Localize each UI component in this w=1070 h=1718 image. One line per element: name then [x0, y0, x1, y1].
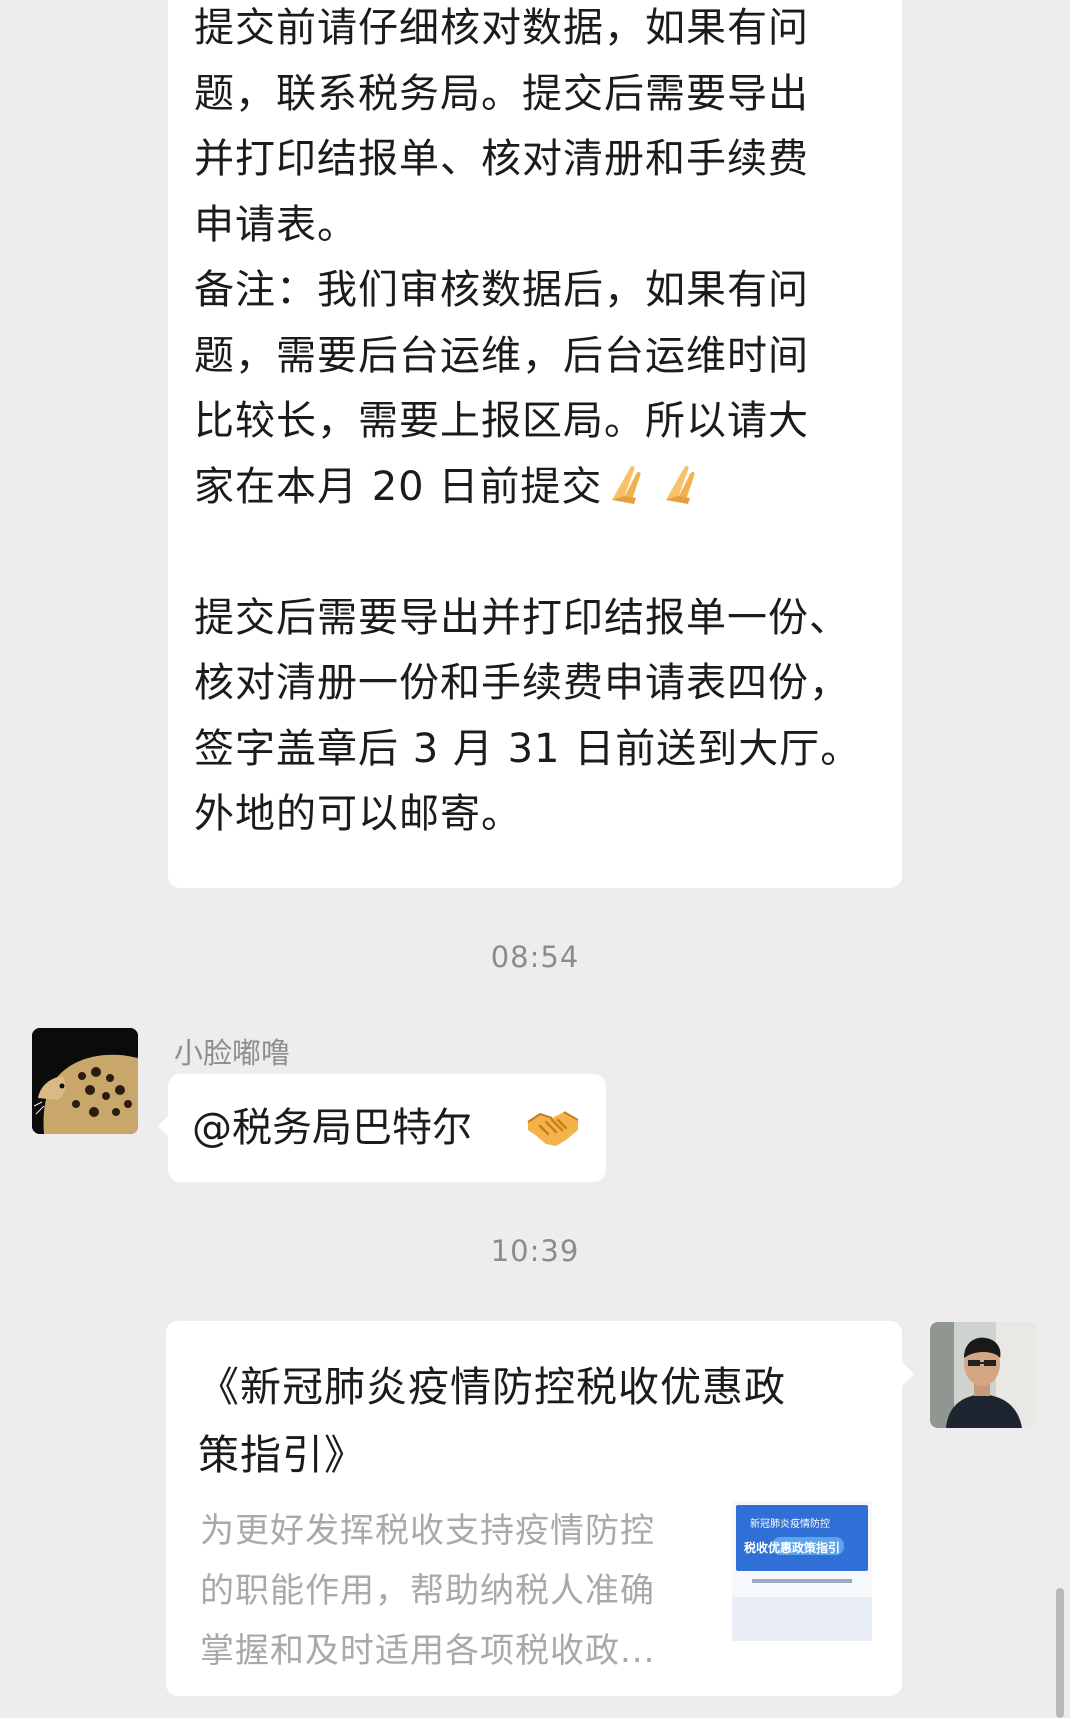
leopard-avatar-image	[32, 1028, 138, 1134]
message-line: 提交后需要导出并打印结报单一份、	[194, 594, 850, 641]
sender-name: 小脸嘟噜	[174, 1036, 291, 1070]
link-card-thumbnail: 新冠肺炎疫情防控 税收优惠政策指引	[732, 1501, 872, 1641]
folded-hands-icon	[602, 464, 656, 510]
message-text: 提交前请仔细核对数据，如果有问 题，联系税务局。提交后需要导出 并打印结报单、核对清…	[194, 0, 894, 848]
message-line: 备注：我们审核数据后，如果有问	[194, 267, 809, 313]
thumbnail-title-line2: 税收优惠政策指引	[744, 1541, 841, 1555]
link-card[interactable]: 《新冠肺炎疫情防控税收优惠政策指引》 为更好发挥税收支持疫情防控的职能作用，帮助…	[166, 1321, 902, 1696]
thumbnail-background	[732, 1597, 872, 1641]
message-line: 提交前请仔细核对数据，如果有问	[194, 5, 809, 51]
link-card-title: 《新冠肺炎疫情防控税收优惠政策指引》	[198, 1363, 786, 1479]
message-bubble-announcement[interactable]: 提交前请仔细核对数据，如果有问 题，联系税务局。提交后需要导出 并打印结报单、核对清…	[168, 0, 902, 888]
message-text: @税务局巴特尔	[192, 1105, 472, 1151]
folded-hands-icon	[656, 464, 710, 510]
link-card-description: 为更好发挥税收支持疫情防控的职能作用，帮助纳税人准确掌握和及时适用各项税收政..…	[200, 1511, 656, 1671]
timestamp: 08:54	[490, 940, 580, 974]
sender-avatar[interactable]	[32, 1028, 138, 1134]
message-bubble-mention[interactable]: @税务局巴特尔	[168, 1074, 606, 1182]
bubble-tail	[902, 1362, 914, 1386]
message-line	[194, 520, 894, 586]
message-line: 家在本月 20 日前提交	[194, 455, 894, 521]
timestamp: 10:39	[490, 1234, 580, 1268]
thumbnail-title-line1: 新冠肺炎疫情防控	[750, 1519, 830, 1530]
my-avatar[interactable]	[930, 1322, 1036, 1428]
message-line: 并打印结报单、核对清册和手续费	[194, 136, 809, 182]
message-line: 题，需要后台运维，后台运维时间	[194, 332, 809, 379]
thumbnail-subtitle-bar	[752, 1579, 852, 1583]
scrollbar-thumb[interactable]	[1056, 1588, 1064, 1718]
message-line: 签字盖章后 3 月 31 日前送到大厅。	[194, 725, 862, 772]
message-line: 题，联系税务局。提交后需要导出	[194, 70, 809, 117]
man-avatar-image	[930, 1322, 1036, 1428]
message-line: 申请表。	[194, 201, 358, 248]
handshake-icon	[526, 1104, 580, 1152]
message-line: 比较长，需要上报区局。所以请大	[194, 398, 809, 444]
message-line: 核对清册一份和手续费申请表四份，	[194, 660, 850, 706]
message-line: 外地的可以邮寄。	[194, 791, 522, 837]
